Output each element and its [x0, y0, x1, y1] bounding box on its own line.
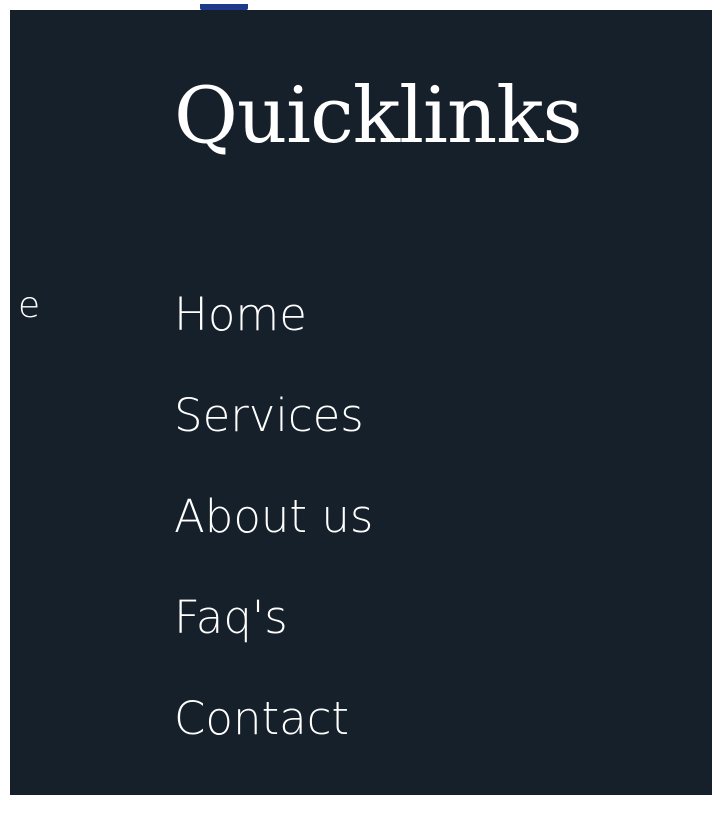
link-about-us[interactable]: About us: [174, 490, 373, 544]
quicklinks-item: Home: [174, 288, 373, 389]
link-faqs[interactable]: Faq's: [174, 591, 288, 645]
page: e Quicklinks Home Services About us Faq'…: [0, 0, 712, 821]
quicklinks-item: Services: [174, 389, 373, 490]
quicklinks-list: Home Services About us Faq's Contact: [174, 288, 373, 793]
link-home[interactable]: Home: [174, 288, 307, 342]
footer-quicklinks-panel: e Quicklinks Home Services About us Faq'…: [10, 10, 712, 795]
quicklinks-item: Faq's: [174, 591, 373, 692]
quicklinks-title: Quicklinks: [174, 71, 582, 161]
quicklinks-item: Contact: [174, 692, 373, 793]
quicklinks-item: About us: [174, 490, 373, 591]
link-services[interactable]: Services: [174, 389, 364, 443]
link-contact[interactable]: Contact: [174, 692, 349, 746]
clipped-column-text: e: [18, 285, 41, 326]
clipped-heading-fragment: [200, 0, 260, 10]
